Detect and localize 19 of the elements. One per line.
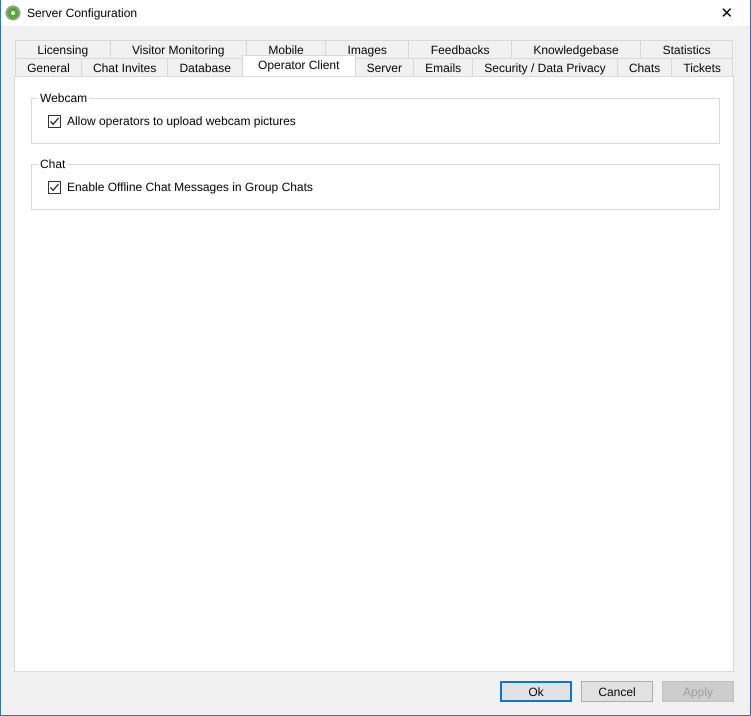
dialog-button[interactable]: Cancel <box>581 681 653 702</box>
checkbox-label: Allow operators to upload webcam pictures <box>67 114 296 128</box>
group-title: Chat <box>38 157 68 171</box>
tab[interactable]: Knowledgebase <box>510 40 642 58</box>
group-title: Webcam <box>38 91 90 105</box>
window-title: Server Configuration <box>27 6 138 20</box>
tab[interactable]: General <box>15 58 82 76</box>
tab[interactable]: Security / Data Privacy <box>472 58 618 76</box>
dialog-button[interactable]: Ok <box>500 681 572 702</box>
tab[interactable]: Operator Client <box>242 55 356 76</box>
tab[interactable]: Statistics <box>640 40 734 58</box>
tab[interactable]: Licensing <box>15 40 111 58</box>
tab[interactable]: Visitor Monitoring <box>110 40 247 58</box>
checkbox-label: Enable Offline Chat Messages in Group Chats <box>67 180 313 194</box>
tab[interactable]: Images <box>325 40 410 58</box>
checkbox[interactable] <box>48 180 61 194</box>
close-icon[interactable]: ✕ <box>704 0 750 26</box>
tab[interactable]: Tickets <box>671 58 734 76</box>
checkbox[interactable] <box>48 114 61 128</box>
